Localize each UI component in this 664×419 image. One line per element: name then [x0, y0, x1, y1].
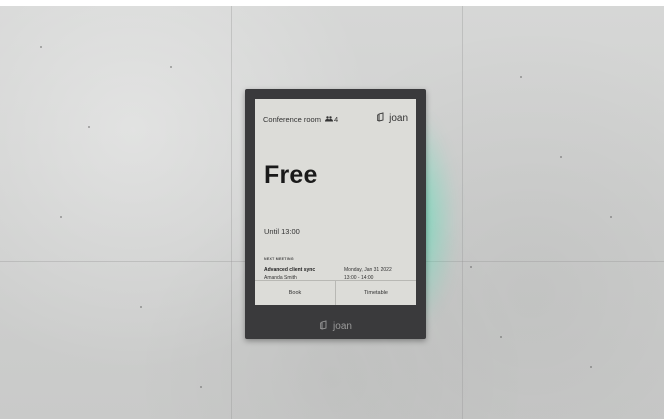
joan-logo-icon: [319, 320, 329, 333]
room-status: Free: [264, 161, 318, 189]
people-icon: [324, 115, 333, 124]
action-bar: Book Timetable: [255, 280, 416, 305]
timetable-button[interactable]: Timetable: [335, 281, 416, 305]
book-button[interactable]: Book: [255, 281, 335, 305]
next-meeting-label: NEXT MEETING: [264, 257, 294, 261]
device-bottom-logo: joan: [245, 320, 426, 333]
status-until: Until 13:00: [264, 227, 300, 236]
room-header: Conference room 4: [263, 115, 338, 124]
capacity-indicator: 4: [324, 115, 339, 124]
joan-logo-text: joan: [389, 113, 408, 124]
joan-device-frame: Conference room 4 joan Free Until 13:00 …: [245, 89, 426, 339]
eink-screen: Conference room 4 joan Free Until 13:00 …: [255, 99, 416, 305]
joan-logo: joan: [376, 112, 408, 125]
joan-logo-icon: [376, 112, 386, 125]
room-name: Conference room: [263, 115, 321, 124]
next-meeting-date: Monday, Jan 31 2022: [344, 267, 392, 273]
next-meeting-title: Advanced client sync: [264, 267, 316, 273]
device-brand-text: joan: [333, 321, 352, 332]
capacity-count: 4: [333, 115, 339, 124]
